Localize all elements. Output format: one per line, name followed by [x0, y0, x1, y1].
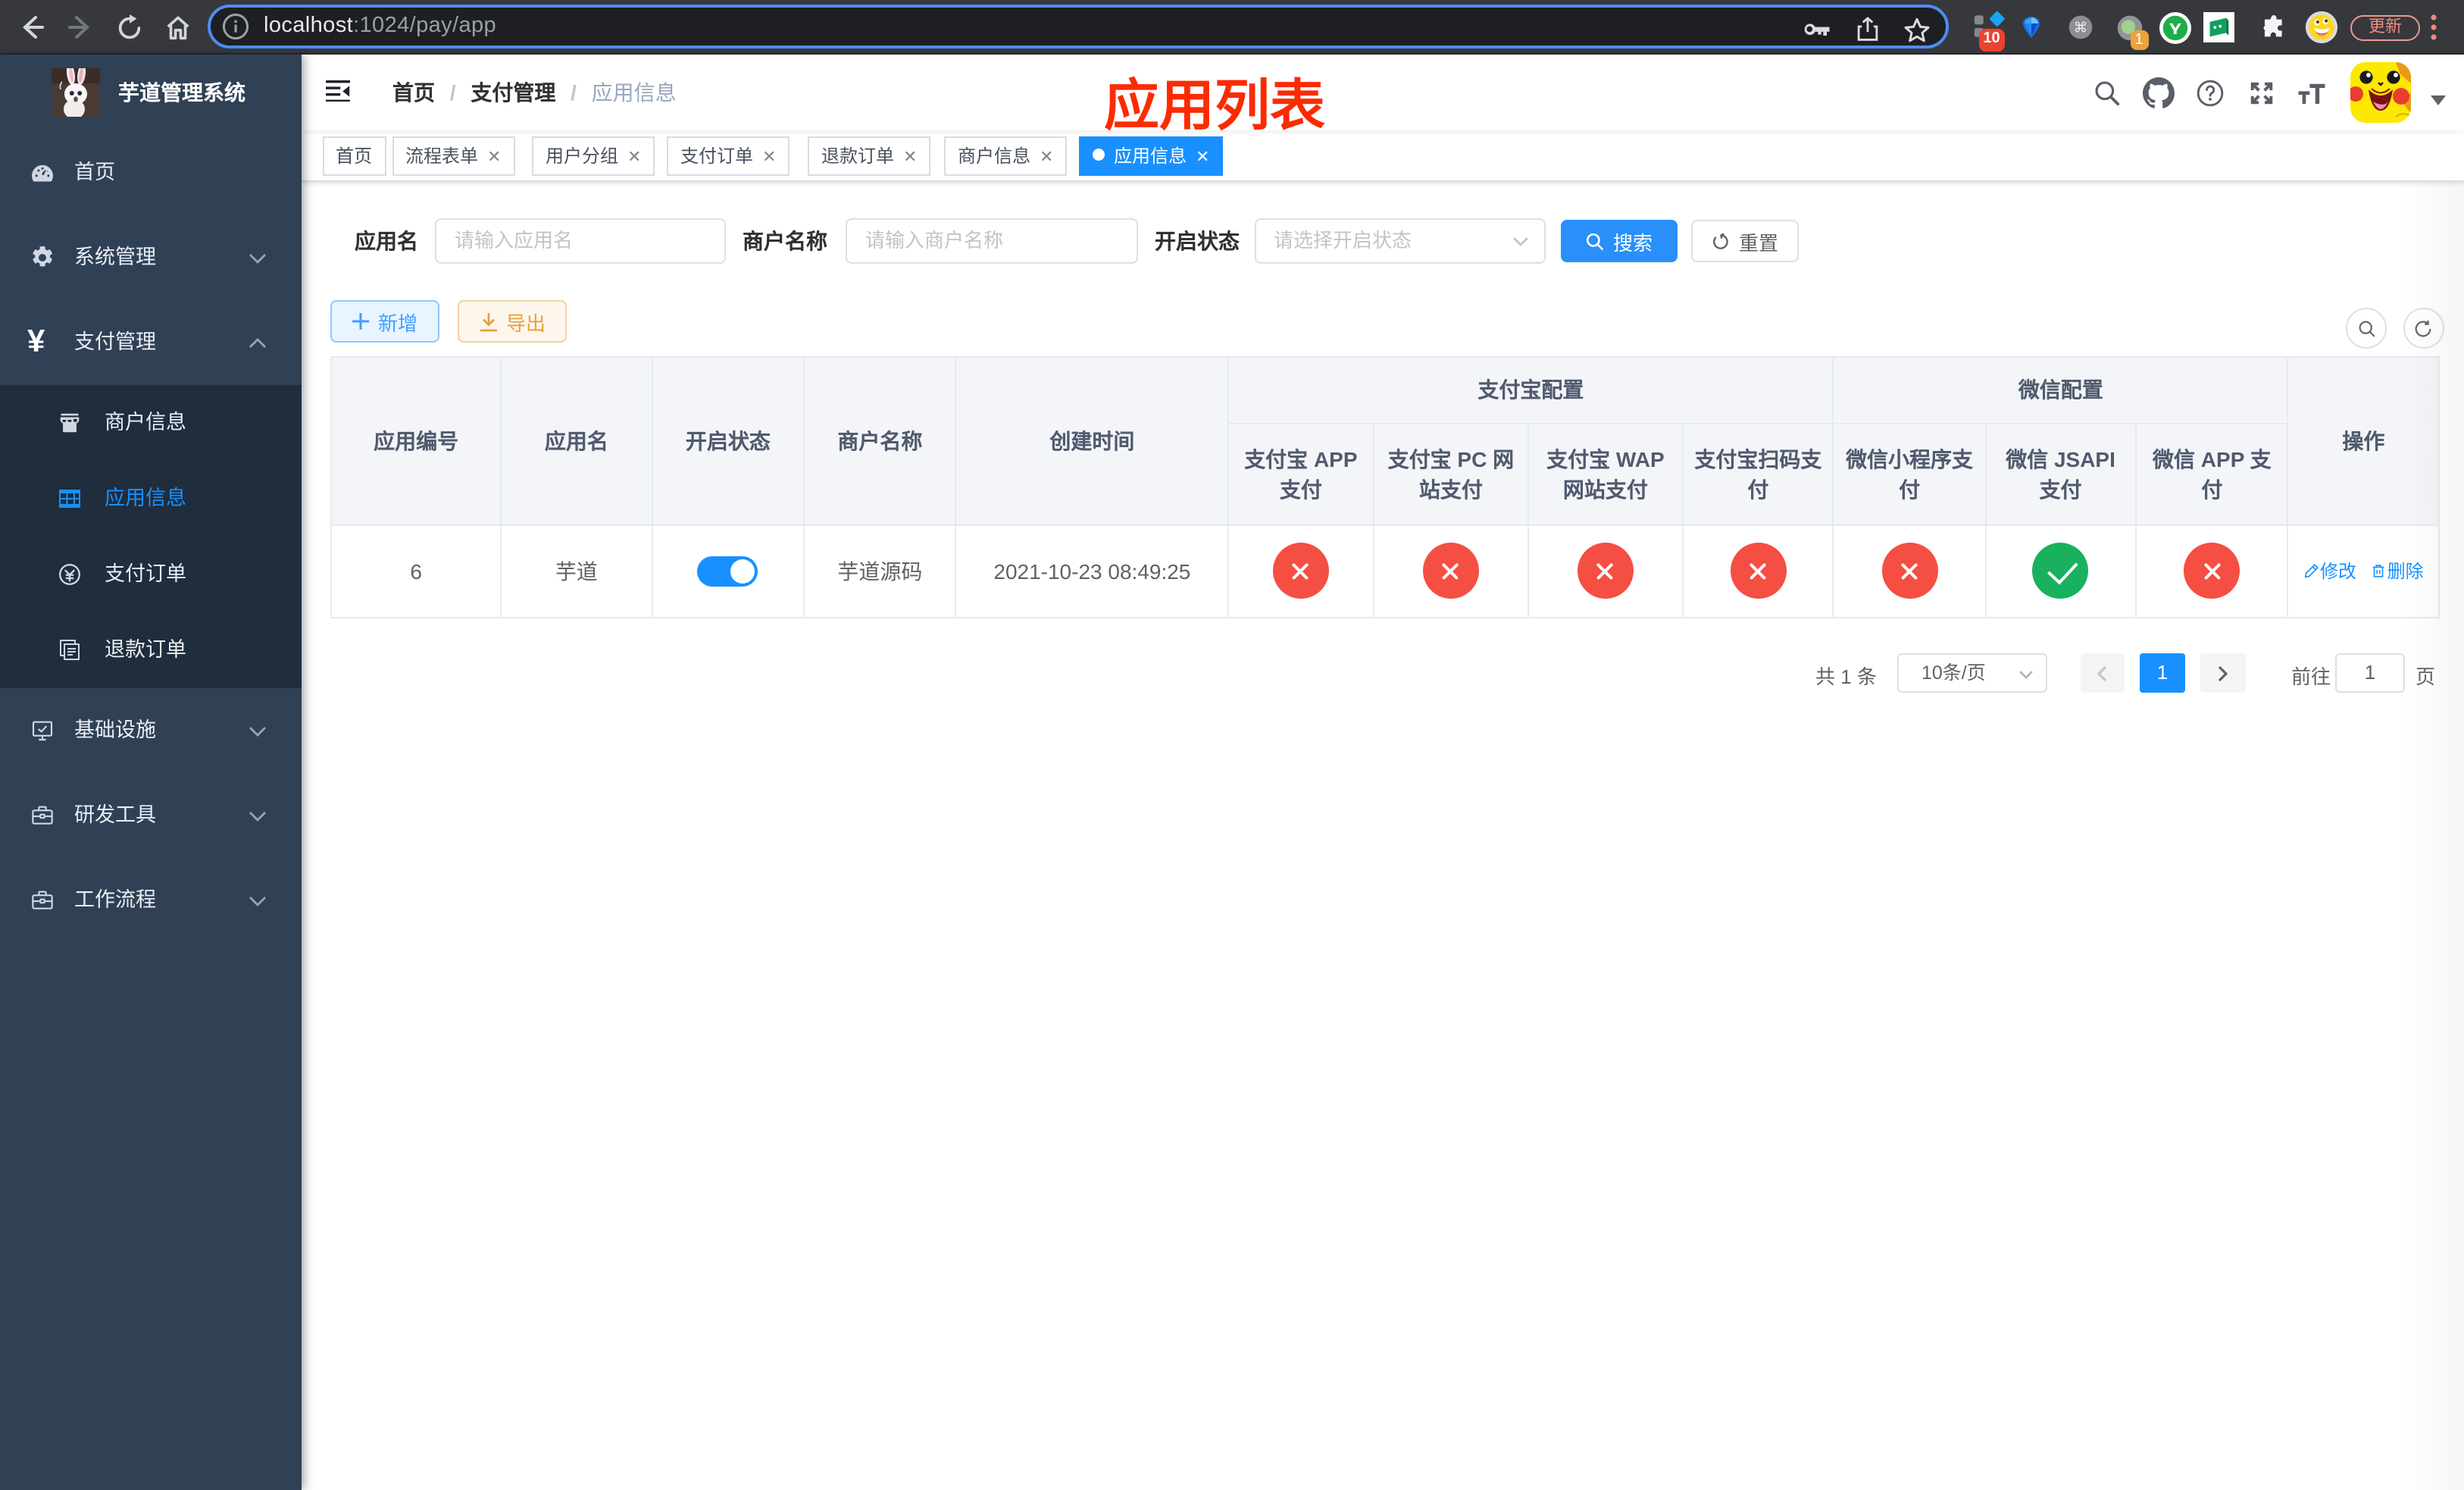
svg-text:⌘: ⌘	[2073, 20, 2087, 36]
